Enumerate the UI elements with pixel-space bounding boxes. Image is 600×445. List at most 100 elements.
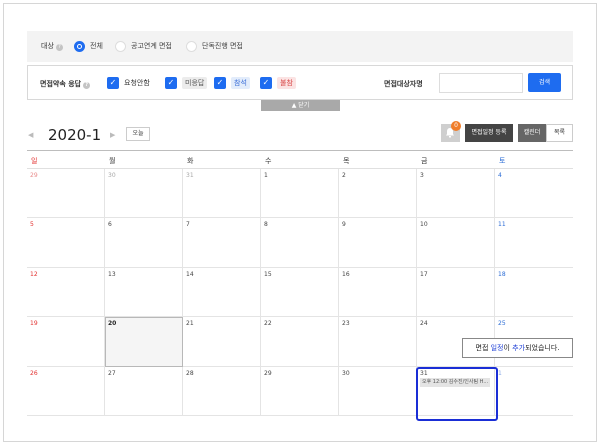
help-icon[interactable]: ? bbox=[55, 44, 63, 51]
day-number: 6 bbox=[108, 221, 112, 229]
day-cell[interactable]: 12 bbox=[27, 267, 105, 318]
schedule-added-toast: 면접 일정이 추가되었습니다. bbox=[462, 338, 573, 358]
radio-posting-linked[interactable]: 공고연계 면접 bbox=[115, 40, 172, 52]
list-view-button[interactable]: 목록 bbox=[546, 124, 573, 142]
notification-badge: 0 bbox=[451, 121, 461, 131]
toast-highlight-text: 일정 bbox=[490, 344, 504, 352]
day-cell-today[interactable]: 20 bbox=[105, 317, 183, 367]
day-number: 1 bbox=[498, 369, 502, 377]
day-cell[interactable]: 19 bbox=[27, 317, 105, 367]
day-cell[interactable]: 21 bbox=[183, 317, 261, 367]
weekday-label: 화 bbox=[187, 157, 194, 165]
day-cell[interactable]: 5 bbox=[27, 218, 105, 268]
day-number: 29 bbox=[30, 172, 38, 179]
radio-all-label: 전체 bbox=[90, 42, 103, 50]
day-number: 8 bbox=[264, 221, 268, 229]
radio-posting-linked-label: 공고연계 면접 bbox=[131, 42, 172, 50]
prev-month-icon[interactable]: ◀ bbox=[28, 131, 33, 139]
day-cell[interactable]: 1 bbox=[495, 367, 573, 416]
day-number: 27 bbox=[108, 369, 116, 377]
day-cell[interactable]: 7 bbox=[183, 218, 261, 268]
day-cell[interactable]: 10 bbox=[417, 218, 495, 268]
toast-text: 이 bbox=[503, 344, 513, 352]
day-number: 15 bbox=[264, 270, 272, 278]
day-cell[interactable]: 11 bbox=[495, 218, 573, 268]
check-icon: ✓ bbox=[165, 76, 177, 89]
day-cell[interactable]: 14 bbox=[183, 267, 261, 318]
weekday-label: 일 bbox=[31, 157, 38, 165]
weekday-label: 토 bbox=[499, 157, 506, 165]
day-number: 29 bbox=[264, 369, 272, 377]
day-cell[interactable]: 30 bbox=[339, 366, 417, 416]
radio-empty-icon bbox=[186, 40, 197, 52]
candidate-name-input[interactable] bbox=[439, 73, 523, 93]
weekday-label: 월 bbox=[109, 157, 116, 165]
day-number: 17 bbox=[420, 270, 428, 278]
day-cell[interactable]: 3 bbox=[417, 169, 495, 219]
day-number: 10 bbox=[420, 221, 428, 229]
day-number: 5 bbox=[30, 221, 34, 229]
day-cell[interactable]: 15 bbox=[261, 267, 339, 318]
checkbox-attend[interactable]: ✓ 참석 bbox=[214, 76, 250, 89]
checkbox-no-request-label: 요청안함 bbox=[124, 78, 150, 87]
radio-selected-icon bbox=[74, 40, 85, 52]
event-highlight-box bbox=[416, 367, 498, 421]
day-number: 18 bbox=[498, 270, 506, 278]
register-interview-button[interactable]: 면접일정 등록 bbox=[465, 124, 513, 142]
search-button[interactable]: 검색 bbox=[528, 73, 561, 92]
day-cell[interactable]: 23 bbox=[339, 317, 417, 367]
response-filter-label: 면접약속 응답? bbox=[40, 79, 91, 89]
radio-all[interactable]: 전체 bbox=[74, 40, 103, 52]
check-icon: ✓ bbox=[214, 76, 226, 89]
day-number: 13 bbox=[108, 270, 116, 278]
day-cell[interactable]: 29 bbox=[261, 366, 339, 416]
day-cell[interactable]: 6 bbox=[105, 218, 183, 268]
day-cell[interactable]: 28 bbox=[183, 366, 261, 416]
day-number: 25 bbox=[498, 320, 506, 328]
day-number: 26 bbox=[30, 369, 38, 377]
checkbox-no-response-label: 미응답 bbox=[182, 76, 208, 89]
day-cell[interactable]: 30 bbox=[105, 169, 183, 219]
day-cell[interactable]: 29 bbox=[27, 169, 105, 219]
day-cell[interactable]: 8 bbox=[261, 218, 339, 268]
weekday-label: 목 bbox=[343, 157, 350, 165]
day-number: 22 bbox=[264, 320, 272, 328]
day-cell[interactable]: 13 bbox=[105, 267, 183, 318]
day-cell[interactable]: 31 bbox=[183, 169, 261, 219]
day-number: 7 bbox=[186, 221, 190, 229]
day-number: 12 bbox=[30, 270, 38, 278]
day-cell[interactable]: 22 bbox=[261, 317, 339, 367]
checkbox-no-request[interactable]: ✓ 요청안함 bbox=[107, 76, 150, 89]
day-cell[interactable]: 18 bbox=[495, 268, 573, 318]
day-number: 14 bbox=[186, 270, 194, 278]
next-month-icon[interactable]: ▶ bbox=[110, 131, 115, 139]
checkbox-absent[interactable]: ✓ 불참 bbox=[260, 76, 296, 89]
check-icon: ✓ bbox=[260, 76, 272, 89]
collapse-filter-button[interactable]: ▲ 닫기 bbox=[261, 100, 340, 111]
day-number: 30 bbox=[108, 172, 116, 179]
day-cell[interactable]: 4 bbox=[495, 169, 573, 219]
day-number: 3 bbox=[420, 172, 424, 179]
day-number: 31 bbox=[186, 172, 194, 179]
target-filter: 대상? 전체 공고연계 면접 단독진행 면접 bbox=[27, 31, 573, 62]
toast-text: 되었습니다. bbox=[525, 344, 560, 352]
calendar-view-button[interactable]: 캘린더 bbox=[518, 124, 546, 142]
day-cell[interactable]: 27 bbox=[105, 366, 183, 416]
radio-standalone[interactable]: 단독진행 면접 bbox=[186, 40, 243, 52]
toast-highlight-text: 추가 bbox=[512, 344, 526, 352]
day-number: 20 bbox=[108, 320, 117, 328]
checkbox-no-response[interactable]: ✓ 미응답 bbox=[165, 76, 208, 89]
day-cell[interactable]: 1 bbox=[261, 169, 339, 219]
day-cell[interactable]: 16 bbox=[339, 267, 417, 318]
weekday-label: 금 bbox=[421, 157, 428, 165]
day-cell[interactable]: 2 bbox=[339, 169, 417, 219]
day-cell[interactable]: 9 bbox=[339, 218, 417, 268]
weekday-header: 일 월 화 수 목 금 토 bbox=[27, 151, 573, 169]
day-cell[interactable]: 26 bbox=[27, 366, 105, 416]
day-number: 23 bbox=[342, 320, 350, 328]
help-icon[interactable]: ? bbox=[83, 82, 91, 89]
day-number: 4 bbox=[498, 172, 502, 179]
today-button[interactable]: 오늘 bbox=[126, 127, 150, 141]
radio-empty-icon bbox=[115, 40, 126, 52]
day-cell[interactable]: 17 bbox=[417, 267, 495, 318]
